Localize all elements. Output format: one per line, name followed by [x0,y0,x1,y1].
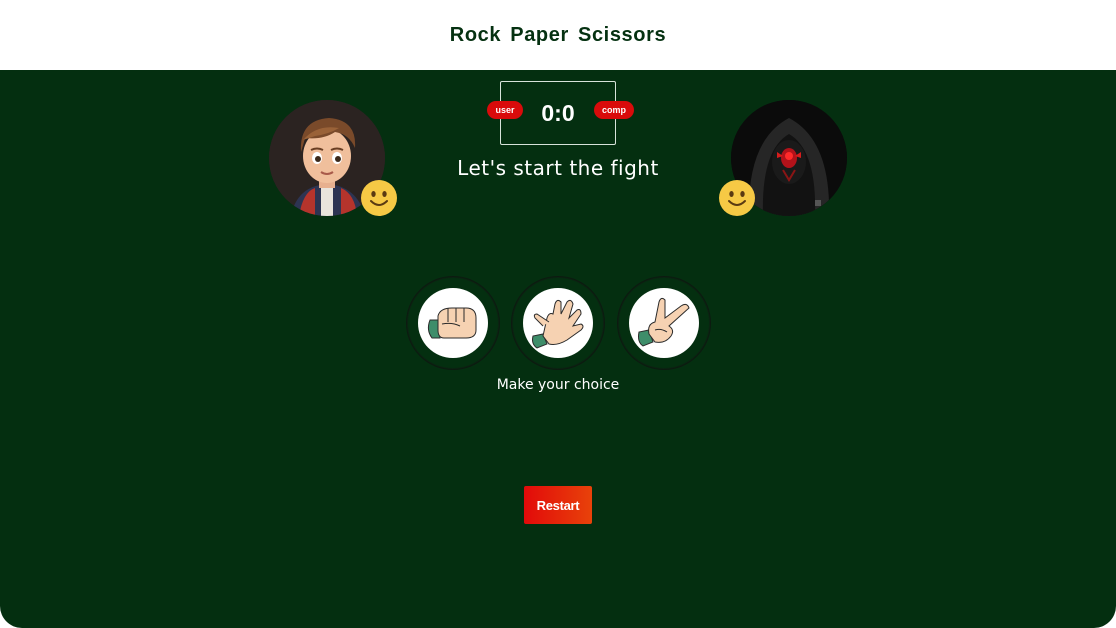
restart-button[interactable]: Restart [524,486,592,524]
status-message: Let's start the fight [457,156,659,180]
scoreboard: user 0:0 comp [487,81,634,145]
paper-choice-button[interactable] [511,276,605,370]
choice-prompt: Make your choice [496,377,620,393]
user-score-badge: user [487,101,523,119]
scissors-hand-icon [638,297,690,347]
header: Rock Paper Scissors [0,0,1116,70]
rock-hand-icon [427,307,477,339]
comp-score-badge: comp [594,101,634,119]
rock-choice-button[interactable] [406,276,500,370]
paper-hand-icon [532,299,584,349]
comp-smiley-icon [719,180,755,216]
scissors-choice-button[interactable] [617,276,711,370]
user-smiley-icon [361,180,397,216]
score-display: 0:0 [541,99,575,126]
game-board: user 0:0 comp Let's start the fight Make… [0,70,1116,628]
page-title: Rock Paper Scissors [449,24,667,46]
